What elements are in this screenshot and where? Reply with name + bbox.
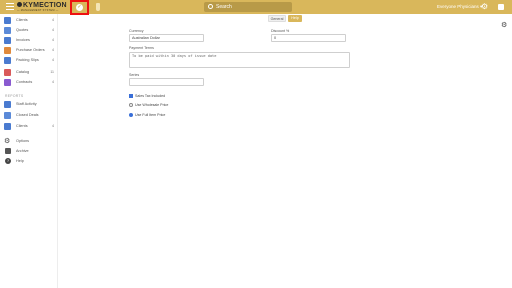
sidebar-item-label: Quotes (16, 28, 29, 32)
payment-terms-textarea[interactable]: To be paid within 30 days of issue date (129, 52, 350, 68)
sidebar-item-count: 4 (52, 124, 54, 128)
sidebar-item-count: 4 (52, 28, 54, 32)
payment-terms-label: Payment Terms (129, 46, 154, 50)
sidebar: Clients 4 Quotes 4 Invoices 4 Purchase O… (0, 14, 58, 288)
logo-tagline: — MANAGEMENT SYSTEM — (17, 9, 59, 12)
sidebar-item-catalog[interactable]: Catalog 11 (4, 68, 56, 78)
full-item-price-radio[interactable] (129, 113, 133, 117)
notes-icon[interactable] (498, 4, 504, 10)
sidebar-item-label: Packing Slips (16, 58, 39, 62)
catalog-icon (4, 69, 11, 76)
currency-select[interactable]: Australian Dollar (129, 34, 204, 42)
wholesale-price-radio[interactable] (129, 103, 133, 107)
purchase-orders-icon (4, 47, 11, 54)
series-input[interactable] (129, 78, 204, 86)
full-item-price-label: Use Full Item Price (135, 113, 166, 117)
sidebar-item-label: Invoices (16, 38, 30, 42)
tab-general[interactable]: General (268, 15, 286, 22)
sidebar-item-archive[interactable]: Archive (4, 147, 56, 157)
sidebar-item-label: Archive (16, 149, 29, 153)
archive-icon (5, 148, 11, 154)
wholesale-price-label: Use Wholesale Price (135, 103, 169, 107)
sidebar-item-label: Purchase Orders (16, 48, 45, 52)
gear-icon: ⚙ (4, 138, 11, 145)
sales-tax-checkbox[interactable] (129, 94, 133, 98)
sidebar-item-invoices[interactable]: Invoices 4 (4, 36, 56, 46)
sidebar-item-help[interactable]: ? Help (4, 157, 56, 167)
invoices-icon (4, 37, 11, 44)
sidebar-item-clients-report[interactable]: Clients 4 (4, 122, 56, 132)
highlight-box (70, 0, 89, 15)
sidebar-item-label: Catalog (16, 70, 30, 74)
sidebar-item-label: Options (16, 139, 30, 143)
clients-icon (4, 17, 11, 24)
sidebar-item-purchase-orders[interactable]: Purchase Orders 4 (4, 46, 56, 56)
sidebar-item-quotes[interactable]: Quotes 4 (4, 26, 56, 36)
sidebar-item-options[interactable]: ⚙ Options (4, 137, 56, 147)
sidebar-item-packing-slips[interactable]: Packing Slips 4 (4, 56, 56, 66)
contracts-icon (4, 79, 11, 86)
sidebar-item-staff-activity[interactable]: Staff Activity (4, 100, 56, 110)
sidebar-item-label: Staff Activity (16, 102, 37, 106)
settings-gear-icon[interactable]: ⚙ (481, 3, 489, 11)
clients-report-icon (4, 123, 11, 130)
closed-deals-icon (4, 112, 11, 119)
packing-slips-icon (4, 57, 11, 64)
sidebar-item-count: 4 (52, 80, 54, 84)
staff-activity-icon (4, 101, 11, 108)
sidebar-item-label: Contracts (16, 80, 33, 84)
search-input[interactable]: Search (216, 3, 232, 11)
sidebar-item-count: 4 (52, 58, 54, 62)
discount-input[interactable]: 0 (271, 34, 346, 42)
sidebar-item-label: Closed Deals (16, 113, 39, 117)
sidebar-item-label: Help (16, 159, 24, 163)
sidebar-item-label: Clients (16, 18, 28, 22)
sidebar-item-contracts[interactable]: Contracts 4 (4, 78, 56, 88)
sidebar-item-count: 11 (50, 70, 54, 74)
logo[interactable]: KYMECTION — MANAGEMENT SYSTEM — (17, 2, 67, 12)
bottle-icon[interactable] (96, 3, 100, 11)
user-name: Everyone Physicians (437, 4, 479, 9)
logo-mark-icon (17, 2, 22, 7)
sidebar-item-count: 4 (52, 18, 54, 22)
sidebar-item-label: Clients (16, 124, 28, 128)
sales-tax-label: Sales Tax Included (135, 94, 166, 98)
search-bar[interactable]: Search (204, 2, 292, 12)
sidebar-item-closed-deals[interactable]: Closed Deals (4, 111, 56, 121)
sidebar-item-count: 4 (52, 38, 54, 42)
tab-help[interactable]: Help (288, 15, 302, 22)
search-icon (208, 4, 213, 9)
help-icon: ? (5, 158, 11, 164)
menu-icon[interactable] (6, 3, 14, 11)
logo-text: KYMECTION (23, 2, 67, 9)
sidebar-item-count: 4 (52, 48, 54, 52)
reports-section-label: REPORTS (5, 94, 24, 98)
user-menu[interactable]: Everyone Physicians ▾ (437, 4, 482, 10)
sidebar-item-clients[interactable]: Clients 4 (4, 16, 56, 26)
quotes-icon (4, 27, 11, 34)
page-settings-gear-icon[interactable]: ⚙ (501, 22, 507, 29)
